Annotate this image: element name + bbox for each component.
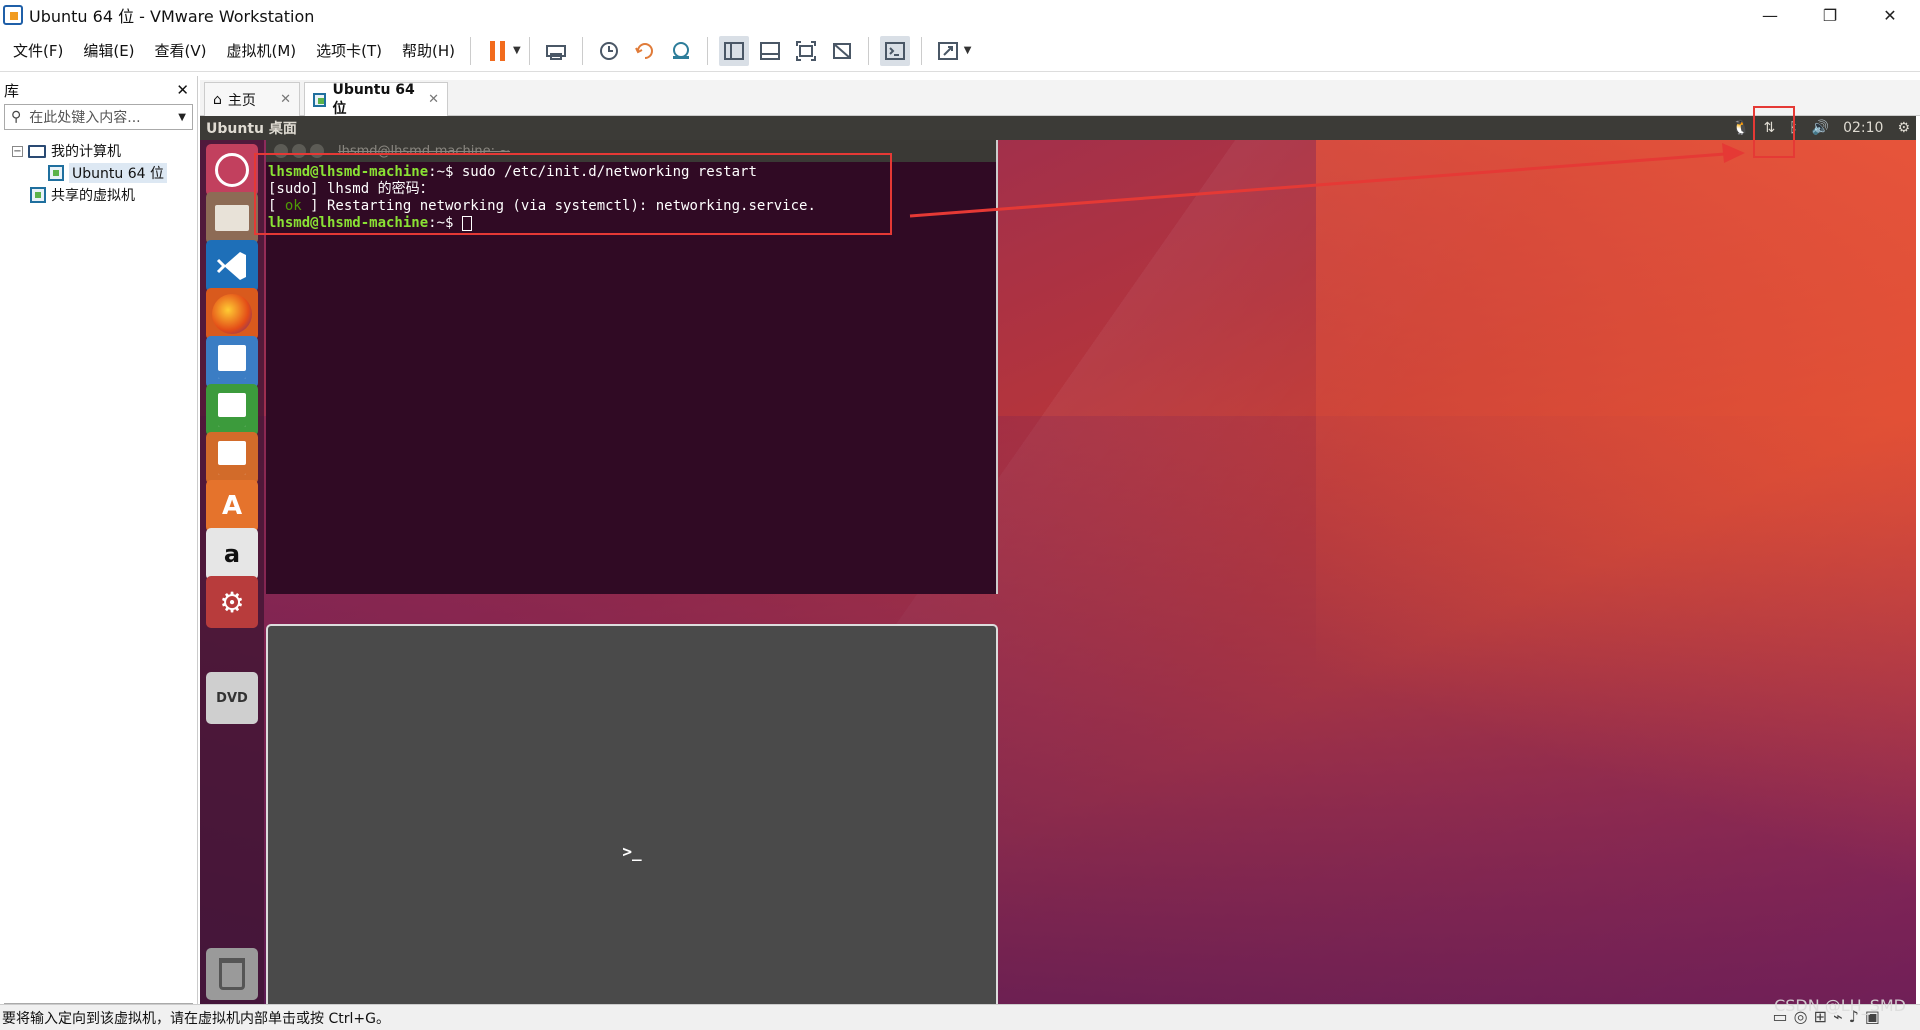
launcher-trash-icon[interactable] [206,948,258,1000]
console-icon [884,41,905,60]
launcher-impress-icon[interactable] [206,432,258,484]
launcher-amazon-icon[interactable]: a [206,528,258,580]
launcher-dvd-icon[interactable]: DVD [206,672,258,724]
show-library-button[interactable] [718,35,749,66]
menu-vm[interactable]: 虚拟机(M) [220,36,304,66]
thumbnail-layout-icon [759,41,780,60]
pause-icon [489,40,505,61]
console-view-button[interactable] [879,35,910,66]
window-titlebar: Ubuntu 64 位 - VMware Workstation — ❐ ✕ [0,0,1920,30]
status-bar: 要将输入定向到该虚拟机，请在虚拟机内部单击或按 Ctrl+G。 ▭ ◎ ⊞ ⌁ … [0,1004,1920,1030]
unity-mode-button[interactable] [827,36,857,66]
tab-ubuntu-label: Ubuntu 64 位 [332,81,415,117]
library-search-placeholder: 在此处键入内容... [29,110,141,126]
tab-home-close-icon[interactable]: ✕ [280,92,291,107]
volume-icon[interactable]: 🔊 [1812,120,1829,136]
ubuntu-launcher: A a ⚙ >_ DVD [200,140,998,1004]
collapse-toggle-icon[interactable]: − [12,145,23,157]
toolbar-separator [920,36,922,65]
vm-display[interactable]: Ubuntu 桌面 🐧 ⇅ ᛒ 🔊 02:10 ⚙ A a ⚙ >_ DVD l… [200,116,1916,1004]
sidebar-layout-icon [723,41,744,60]
launcher-files-icon[interactable] [206,192,258,244]
clock[interactable]: 02:10 [1843,120,1883,136]
system-settings-icon[interactable]: ⚙ [1897,120,1910,136]
power-dropdown-icon[interactable]: ▼ [513,45,521,56]
tree-label-my-computer: 我的计算机 [51,144,121,160]
menu-edit[interactable]: 编辑(E) [76,36,141,66]
home-icon: ⌂ [213,91,222,108]
tree-label-shared-vms: 共享的虚拟机 [51,188,135,204]
revert-snapshot-button[interactable] [630,36,660,66]
thumbnail-bar-button[interactable] [755,36,785,66]
menu-help[interactable]: 帮助(H) [395,36,462,66]
launcher-dash-icon[interactable] [206,144,258,196]
tab-home-label: 主页 [227,92,256,109]
snapshot-manager-icon [672,41,689,59]
toolbar-separator [470,36,472,65]
minimize-button[interactable]: — [1740,0,1800,30]
snapshot-button[interactable] [594,36,624,66]
shared-vm-icon [30,187,46,203]
status-text: 要将输入定向到该虚拟机，请在虚拟机内部单击或按 Ctrl+G。 [2,1010,390,1027]
vm-icon [313,92,327,107]
stretch-dropdown-icon[interactable]: ▼ [964,45,972,56]
library-tree: − 我的计算机 Ubuntu 64 位 共享的虚拟机 [0,140,197,206]
csdn-watermark: CSDN @LH_SMD [1774,996,1906,1015]
library-title: 库 [4,81,20,100]
ubuntu-top-panel: Ubuntu 桌面 🐧 ⇅ ᛒ 🔊 02:10 ⚙ [200,116,1916,140]
stretch-icon [937,41,958,60]
launcher-writer-icon[interactable] [206,336,258,388]
library-header: 库 ✕ [0,76,197,104]
launcher-software-center-icon[interactable]: A [206,480,258,532]
computer-icon [28,144,46,158]
clock-snapshot-icon [599,41,618,60]
library-panel: 库 ✕ ⚲ 在此处键入内容... ▼ − 我的计算机 Ubuntu 64 位 共… [0,76,198,1004]
send-ctrl-alt-del-button[interactable] [541,36,571,66]
tux-icon[interactable]: 🐧 [1732,120,1749,136]
tab-home[interactable]: ⌂ 主页 ✕ [204,82,300,116]
menubar: 文件(F) 编辑(E) 查看(V) 虚拟机(M) 选项卡(T) 帮助(H) ▼ … [0,30,1920,72]
launcher-terminal-icon[interactable]: >_ [266,624,998,1004]
tree-item-my-computer[interactable]: − 我的计算机 [12,140,197,162]
launcher-system-settings-icon[interactable]: ⚙ [206,576,258,628]
tab-ubuntu-vm[interactable]: Ubuntu 64 位 ✕ [304,81,448,117]
launcher-firefox-icon[interactable] [206,288,258,340]
close-button[interactable]: ✕ [1860,0,1920,30]
library-close-icon[interactable]: ✕ [176,81,189,99]
library-search-input[interactable]: ⚲ 在此处键入内容... ▼ [4,104,193,130]
menu-tabs[interactable]: 选项卡(T) [309,36,389,66]
launcher-calc-icon[interactable] [206,384,258,436]
search-dropdown-icon[interactable]: ▼ [178,112,186,123]
toolbar-separator [528,36,530,65]
keyboard-icon [545,44,566,60]
fullscreen-icon [795,40,816,61]
snapshot-manager-button[interactable] [666,36,696,66]
full-screen-button[interactable] [791,36,821,66]
menu-view[interactable]: 查看(V) [148,36,214,66]
toolbar-separator [706,36,708,65]
pause-button[interactable] [482,36,512,66]
window-controls: — ❐ ✕ [1740,0,1920,30]
revert-icon [634,42,653,59]
tree-item-shared-vms[interactable]: 共享的虚拟机 [12,184,197,206]
vm-icon [48,165,64,181]
unity-icon [832,42,851,59]
tab-bar: ⌂ 主页 ✕ Ubuntu 64 位 ✕ [200,80,1920,117]
vmware-app-icon [3,5,23,25]
ubuntu-panel-title: Ubuntu 桌面 [206,121,297,137]
restore-button[interactable]: ❐ [1800,0,1860,30]
stretch-guest-button[interactable] [933,36,963,66]
annotation-box-terminal [254,153,892,235]
launcher-vscode-icon[interactable] [206,240,258,292]
toolbar-separator [581,36,583,65]
menu-file[interactable]: 文件(F) [6,36,70,66]
tree-item-ubuntu-vm[interactable]: Ubuntu 64 位 [12,162,197,184]
search-icon: ⚲ [11,109,22,125]
toolbar-separator [867,36,869,65]
tree-label-ubuntu-vm: Ubuntu 64 位 [69,163,167,183]
window-title: Ubuntu 64 位 - VMware Workstation [29,7,315,26]
tab-ubuntu-close-icon[interactable]: ✕ [428,92,439,107]
annotation-box-network-icon [1753,106,1795,158]
